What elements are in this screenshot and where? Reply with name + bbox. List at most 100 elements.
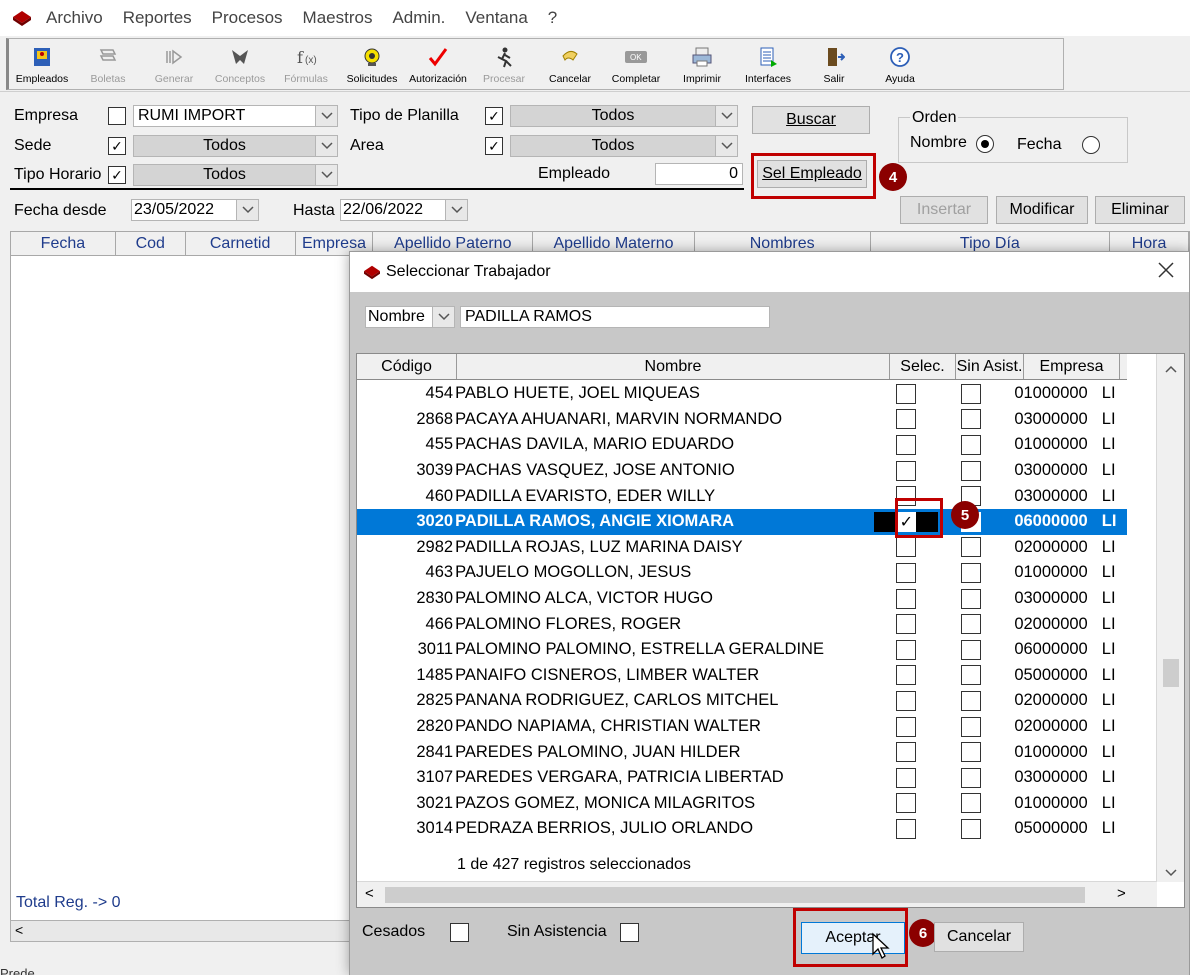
selec-checkbox[interactable] — [896, 409, 917, 430]
table-row[interactable]: 463 PAJUELO MOGOLLON, JESUS 01000000 LI — [357, 560, 1127, 586]
hscroll-thumb[interactable] — [385, 887, 1085, 903]
sede-checkbox[interactable]: ✓ — [108, 137, 126, 155]
scroll-left-icon[interactable]: < — [15, 922, 23, 938]
selec-checkbox[interactable] — [896, 434, 917, 455]
selec-checkbox[interactable] — [896, 818, 917, 839]
sede-combo[interactable]: Todos — [133, 135, 338, 157]
table-row[interactable]: 454 PABLO HUETE, JOEL MIQUEAS 01000000 LI — [357, 381, 1127, 407]
selec-checkbox[interactable] — [896, 614, 917, 635]
table-row[interactable]: 3011 PALOMINO PALOMINO, ESTRELLA GERALDIN… — [357, 637, 1127, 663]
scroll-left-icon[interactable]: < — [365, 885, 374, 902]
table-row[interactable]: 2820 PANDO NAPIAMA, CHRISTIAN WALTER 02000… — [357, 714, 1127, 740]
sin-asist-checkbox[interactable] — [961, 614, 982, 635]
sin-asist-checkbox[interactable] — [961, 639, 982, 660]
menu-item-ventana[interactable]: Ventana — [455, 8, 537, 28]
selec-checkbox[interactable] — [896, 639, 917, 660]
sin-asistencia-checkbox[interactable] — [620, 923, 639, 942]
main-hscroll[interactable]: < — [10, 920, 350, 942]
tipo-planilla-combo[interactable]: Todos — [510, 105, 738, 127]
workers-grid[interactable]: Código Nombre Selec. Sin Asist. Empresa 454 P… — [356, 353, 1185, 908]
cancelar-button[interactable]: Cancelar — [934, 922, 1024, 952]
search-input[interactable]: PADILLA RAMOS — [460, 306, 770, 328]
sin-asist-checkbox[interactable] — [961, 716, 982, 737]
sin-asist-checkbox[interactable] — [961, 818, 982, 839]
tipo-planilla-checkbox[interactable]: ✓ — [485, 107, 503, 125]
toolbar-procesar-button[interactable]: Procesar — [471, 39, 537, 89]
search-field-combo[interactable]: Nombre — [365, 306, 455, 328]
scroll-thumb[interactable] — [1163, 659, 1179, 687]
sin-asist-checkbox[interactable] — [961, 434, 982, 455]
toolbar-autorizacion-button[interactable]: Autorización — [405, 39, 471, 89]
grid-column-header[interactable]: Código — [357, 354, 457, 379]
table-row[interactable]: 3039 PACHAS VASQUEZ, JOSE ANTONIO 03000000… — [357, 458, 1127, 484]
insertar-button[interactable]: Insertar — [900, 196, 988, 224]
table-row[interactable]: 2868 PACAYA AHUANARI, MARVIN NORMANDO 0300… — [357, 407, 1127, 433]
sin-asist-checkbox[interactable] — [961, 409, 982, 430]
tipo-horario-checkbox[interactable]: ✓ — [108, 166, 126, 184]
sin-asist-checkbox[interactable] — [961, 690, 982, 711]
selec-checkbox[interactable] — [896, 537, 917, 558]
sin-asist-checkbox[interactable] — [961, 793, 982, 814]
toolbar-conceptos-button[interactable]: Conceptos — [207, 39, 273, 89]
selec-checkbox[interactable] — [896, 460, 917, 481]
orden-fecha-radio[interactable] — [1082, 136, 1100, 154]
selec-checkbox[interactable] — [896, 716, 917, 737]
toolbar-solicitudes-button[interactable]: Solicitudes — [339, 39, 405, 89]
selec-checkbox[interactable] — [896, 690, 917, 711]
menu-item-maestros[interactable]: Maestros — [293, 8, 383, 28]
scroll-down-icon[interactable] — [1165, 864, 1177, 882]
empleado-input[interactable]: 0 — [655, 163, 743, 185]
grid-column-header[interactable]: Nombre — [457, 354, 890, 379]
buscar-button[interactable]: Buscar — [752, 106, 870, 134]
table-row[interactable]: 1485 PANAIFO CISNEROS, LIMBER WALTER 05000… — [357, 663, 1127, 689]
sin-asist-checkbox[interactable] — [961, 665, 982, 686]
menu-item-help[interactable]: ? — [538, 8, 567, 28]
main-column-header[interactable]: Carnetid — [186, 232, 296, 255]
empresa-checkbox[interactable] — [108, 107, 126, 125]
toolbar-interfaces-button[interactable]: Interfaces — [735, 39, 801, 89]
sin-asist-checkbox[interactable] — [961, 383, 982, 404]
main-column-header[interactable]: Fecha — [11, 232, 116, 255]
scroll-right-icon[interactable]: > — [1117, 885, 1126, 902]
toolbar-generar-button[interactable]: Generar — [141, 39, 207, 89]
menu-item-procesos[interactable]: Procesos — [202, 8, 293, 28]
toolbar-boletas-button[interactable]: Boletas — [75, 39, 141, 89]
table-row[interactable]: 460 PADILLA EVARISTO, EDER WILLY 03000000 L… — [357, 483, 1127, 509]
grid-column-header[interactable]: Sin Asist. — [956, 354, 1024, 379]
table-row[interactable]: 2825 PANANA RODRIGUEZ, CARLOS MITCHEL 0200… — [357, 688, 1127, 714]
modificar-button[interactable]: Modificar — [996, 196, 1088, 224]
table-row[interactable]: 3021 PAZOS GOMEZ, MONICA MILAGRITOS 010000… — [357, 791, 1127, 817]
toolbar-imprimir-button[interactable]: Imprimir — [669, 39, 735, 89]
sin-asist-checkbox[interactable] — [961, 562, 982, 583]
sin-asist-checkbox[interactable] — [961, 767, 982, 788]
grid-column-header[interactable]: Empresa — [1024, 354, 1120, 379]
menu-item-archivo[interactable]: Archivo — [36, 8, 113, 28]
toolbar-formulas-button[interactable]: f (x) Fórmulas — [273, 39, 339, 89]
toolbar-salir-button[interactable]: Salir — [801, 39, 867, 89]
area-checkbox[interactable]: ✓ — [485, 137, 503, 155]
grid-column-header[interactable]: Selec. — [890, 354, 956, 379]
sin-asist-checkbox[interactable] — [961, 588, 982, 609]
main-column-header[interactable]: Cod — [116, 232, 186, 255]
table-row[interactable]: 2841 PAREDES PALOMINO, JUAN HILDER 0100000… — [357, 739, 1127, 765]
sin-asist-checkbox[interactable] — [961, 537, 982, 558]
table-row[interactable]: 2982 PADILLA ROJAS, LUZ MARINA DAISY 02000… — [357, 535, 1127, 561]
selec-checkbox[interactable] — [896, 665, 917, 686]
toolbar-completar-button[interactable]: OK Completar — [603, 39, 669, 89]
sin-asist-checkbox[interactable] — [961, 742, 982, 763]
selec-checkbox[interactable] — [896, 588, 917, 609]
sin-asist-checkbox[interactable] — [961, 460, 982, 481]
selec-checkbox[interactable] — [896, 562, 917, 583]
eliminar-button[interactable]: Eliminar — [1095, 196, 1185, 224]
table-row[interactable]: 3107 PAREDES VERGARA, PATRICIA LIBERTAD 03… — [357, 765, 1127, 791]
empresa-combo[interactable]: RUMI IMPORT — [133, 105, 338, 127]
fecha-desde-picker[interactable]: 23/05/2022 — [131, 199, 259, 221]
menu-item-admin[interactable]: Admin. — [382, 8, 455, 28]
hasta-picker[interactable]: 22/06/2022 — [340, 199, 468, 221]
selec-checkbox[interactable] — [896, 767, 917, 788]
selec-checkbox[interactable] — [896, 793, 917, 814]
table-row[interactable]: 2830 PALOMINO ALCA, VICTOR HUGO 03000000 LI — [357, 586, 1127, 612]
selec-checkbox[interactable] — [896, 742, 917, 763]
horizontal-scrollbar[interactable]: < > — [357, 881, 1157, 907]
orden-nombre-radio[interactable] — [976, 135, 994, 153]
